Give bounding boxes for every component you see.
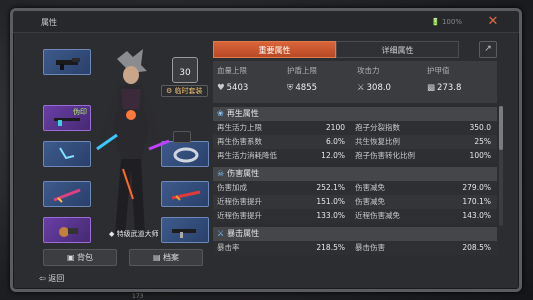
stat-attack: 攻击力 ⚔ 308.0 [357,66,391,93]
equip-slot-accessory-1[interactable] [43,141,91,167]
section-header: ☠ 伤害属性 [213,167,497,181]
scrollbar-thumb[interactable] [499,106,503,150]
equip-slot-melee[interactable] [43,181,91,207]
mech-icon [59,227,78,237]
table-row: 暴击率 218.5% 暴击伤害 208.5% [213,241,497,255]
table-row: 再生伤害系数 6.0% 共生恢复比例 25% [213,135,497,149]
hook-icon [59,147,75,160]
bag-button[interactable]: ▣ 背包 [43,249,117,266]
table-row: 近程伤害提升 133.0% 近程伤害减免 143.0% [213,209,497,223]
equip-slot-accessory-2[interactable] [43,217,91,243]
table-row: 近程伤害提升 151.0% 伤害减免 170.1% [213,195,497,209]
temp-suit-button[interactable]: ⚙ 临时套装 [161,85,208,97]
stat-armor: 护甲值 ▩ 273.8 [427,66,462,93]
stat-hp: 血量上限 ♥ 5403 [217,66,249,93]
section-header: ❀ 再生属性 [213,107,497,121]
shotgun-icon [172,229,196,238]
title-bar: 属性 🔋 100% ✕ [13,11,519,33]
back-button[interactable]: ⇦ 返回 [39,273,64,284]
rifle-icon [54,118,80,126]
tab-important[interactable]: 重要属性 [213,41,336,58]
table-row: 再生活力消耗降低 12.0% 孢子伤害转化比例 100% [213,149,497,163]
heart-icon: ♥ [217,83,225,93]
armor-icon: ▩ [427,83,436,93]
crit-icon: ⚔ [217,229,225,238]
attribute-list[interactable]: ❀ 再生属性 再生活力上限 2100 孢子分裂指数 350.0 再生伤害系数 6.0% … [213,107,497,289]
attributes-window: 属性 🔋 100% ✕ 伪印 30 ⚙ 临时套装 ◆ 特级武道大师 ▣ 背包 ▤… [10,8,522,292]
table-row: 伤害加成 252.1% 伤害减免 279.0% [213,181,497,195]
damage-icon: ☠ [217,169,225,178]
attack-icon: ⚔ [357,83,365,93]
equip-slot-weapon-2[interactable]: 伪印 [43,105,91,131]
footer-text: 173 [132,293,144,300]
window-title: 属性 [41,18,57,27]
attributes-panel: 重要属性 详细属性 ↗ 血量上限 ♥ 5403 护盾上限 ⛨ 4855 攻击力 ⚔ 3… [213,41,499,289]
character-model [96,49,170,235]
tab-detailed[interactable]: 详细属性 [336,41,459,58]
regen-icon: ❀ [217,109,224,118]
blade-icon [171,190,201,201]
battery-indicator: 🔋 100% [431,18,462,26]
share-icon[interactable]: ↗ [479,41,497,58]
close-icon[interactable]: ✕ [485,14,501,30]
level-badge: 30 [172,57,198,83]
section-header: ⚔ 暴击属性 [213,227,497,241]
archive-button[interactable]: ▤ 档案 [129,249,203,266]
equipment-panel: 伪印 30 ⚙ 临时套装 ◆ 特级武道大师 ▣ 背包 ▤ 档案 ⇦ 返回 [13,33,210,289]
stat-shield: 护盾上限 ⛨ 4855 [287,66,318,93]
scrollbar[interactable] [499,106,503,226]
player-title: ◆ 特级武道大师 [109,230,159,238]
sword-icon [53,188,81,203]
toggle-view-button[interactable] [173,131,191,143]
ring-icon [173,147,199,163]
equip-slot-weapon-1[interactable] [43,49,91,75]
attribute-tabs: 重要属性 详细属性 [213,41,459,58]
summary-stats: 血量上限 ♥ 5403 护盾上限 ⛨ 4855 攻击力 ⚔ 308.0 护甲值 ▩ 27… [213,61,497,103]
table-row: 再生活力上限 2100 孢子分裂指数 350.0 [213,121,497,135]
shield-icon: ⛨ [287,83,294,93]
gun-icon [56,58,80,70]
